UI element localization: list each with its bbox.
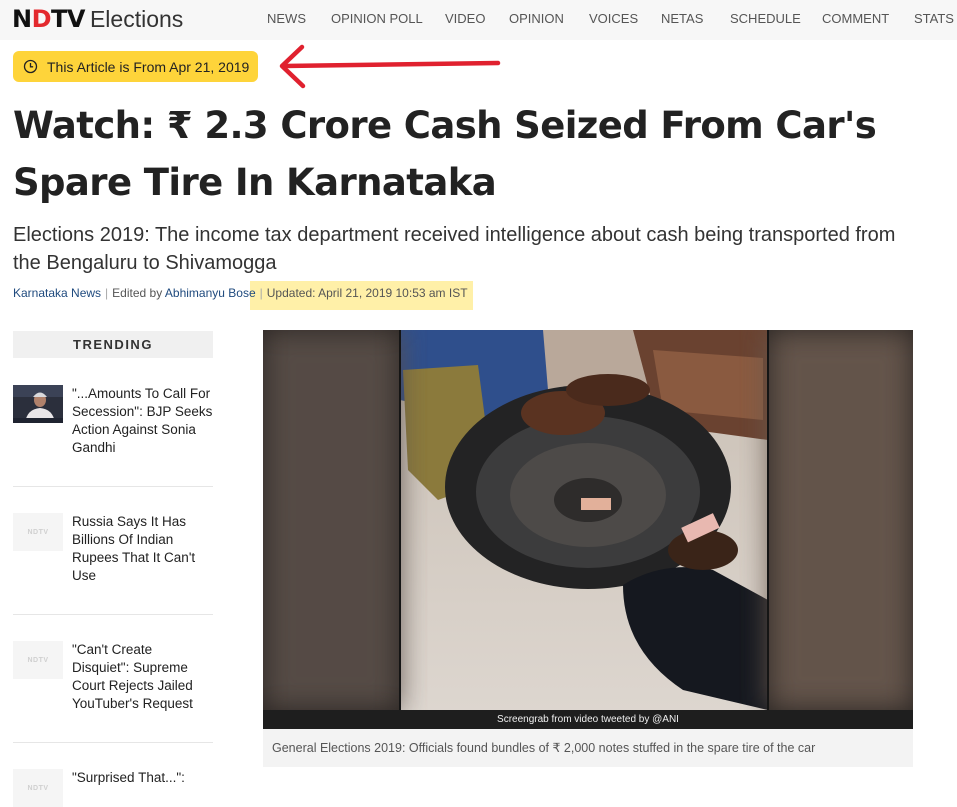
nav-item-schedule[interactable]: SCHEDULE	[730, 11, 801, 26]
divider	[13, 614, 213, 615]
ndtv-placeholder-logo: NDTV	[13, 641, 63, 679]
trending-title[interactable]: "...Amounts To Call For Secession": BJP …	[72, 385, 213, 457]
nav-item-voices[interactable]: VOICES	[589, 11, 638, 26]
category-link[interactable]: Karnataka News	[13, 286, 101, 300]
red-arrow-annotation	[279, 44, 501, 89]
trending-item[interactable]: NDTV "Surprised That...":	[13, 769, 213, 807]
trending-thumbnail[interactable]: NDTV	[13, 641, 63, 679]
video-frame-image	[263, 330, 913, 729]
trending-thumbnail[interactable]	[13, 385, 63, 423]
clock-icon	[23, 59, 38, 74]
trending-heading: TRENDING	[13, 331, 213, 358]
article-video-screengrab[interactable]: Screengrab from video tweeted by @ANI	[263, 330, 913, 729]
date-notice-text: This Article is From Apr 21, 2019	[47, 58, 250, 75]
trending-thumbnail[interactable]: NDTV	[13, 513, 63, 551]
trending-title[interactable]: Russia Says It Has Billions Of Indian Ru…	[72, 513, 213, 585]
ndtv-placeholder-logo: NDTV	[13, 769, 63, 807]
article-headline: Watch: ₹ 2.3 Crore Cash Seized From Car'…	[13, 104, 877, 204]
nav-item-opinion-poll[interactable]: OPINION POLL	[331, 11, 423, 26]
divider	[13, 486, 213, 487]
byline-separator: |	[105, 286, 109, 300]
article-date-notice: This Article is From Apr 21, 2019	[13, 51, 258, 82]
nav-item-netas[interactable]: NETAS	[661, 11, 703, 26]
divider	[13, 742, 213, 743]
trending-item[interactable]: NDTV "Can't Create Disquiet": Supreme Co…	[13, 641, 213, 721]
editor-link[interactable]: Abhimanyu Bose	[165, 286, 256, 300]
article-byline: Karnataka News | Edited by Abhimanyu Bose |…	[13, 286, 468, 301]
nav-item-comment[interactable]: COMMENT	[822, 11, 889, 26]
byline-separator: |	[259, 286, 263, 300]
trending-title[interactable]: "Surprised That...":	[72, 769, 213, 787]
site-header: NDTV Elections NEWS OPINION POLL VIDEO O…	[0, 0, 957, 40]
trending-thumbnail[interactable]: NDTV	[13, 769, 63, 807]
main-nav: NEWS OPINION POLL VIDEO OPINION VOICES N…	[0, 11, 957, 29]
image-caption: General Elections 2019: Officials found …	[263, 729, 913, 767]
updated-timestamp: Updated: April 21, 2019 10:53 am IST	[266, 286, 468, 300]
nav-item-news[interactable]: NEWS	[267, 11, 306, 26]
trending-item[interactable]: NDTV Russia Says It Has Billions Of Indi…	[13, 513, 213, 593]
nav-item-video[interactable]: VIDEO	[445, 11, 485, 26]
ndtv-placeholder-logo: NDTV	[13, 513, 63, 551]
video-credit: Screengrab from video tweeted by @ANI	[263, 710, 913, 729]
trending-title[interactable]: "Can't Create Disquiet": Supreme Court R…	[72, 641, 213, 713]
nav-item-stats[interactable]: STATS	[914, 11, 954, 26]
edited-by-label: Edited by	[112, 286, 163, 300]
trending-item[interactable]: "...Amounts To Call For Secession": BJP …	[13, 385, 213, 475]
article-subhead: Elections 2019: The income tax departmen…	[13, 224, 896, 274]
nav-item-opinion[interactable]: OPINION	[509, 11, 564, 26]
